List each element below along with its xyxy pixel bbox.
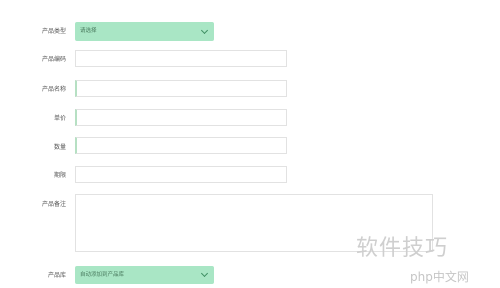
product-type-select[interactable]: 请选择: [75, 22, 214, 41]
product-code-label: 产品编码: [41, 56, 66, 63]
watermark-logo: php中文网: [410, 270, 469, 284]
deadline-label: 期限: [53, 172, 66, 179]
chevron-down-icon: [200, 269, 209, 278]
product-name-label: 产品名称: [41, 86, 66, 93]
chevron-down-icon: [200, 26, 209, 35]
watermark-text: 软件技巧: [356, 236, 449, 261]
product-store-value: 自动添加到产品库: [80, 272, 125, 278]
unit-price-label: 单价: [53, 115, 66, 122]
remark-label: 产品备注: [41, 201, 66, 208]
unit-price-input[interactable]: [75, 109, 287, 126]
product-store-label: 产品库: [47, 272, 66, 279]
product-code-input[interactable]: [75, 50, 287, 67]
product-type-value: 请选择: [80, 28, 97, 34]
quantity-input[interactable]: [75, 137, 287, 154]
product-type-label: 产品类型: [41, 28, 66, 35]
product-name-input[interactable]: [75, 80, 287, 97]
deadline-input[interactable]: [75, 166, 287, 183]
quantity-label: 数量: [53, 144, 66, 151]
product-store-select[interactable]: 自动添加到产品库: [75, 266, 214, 284]
